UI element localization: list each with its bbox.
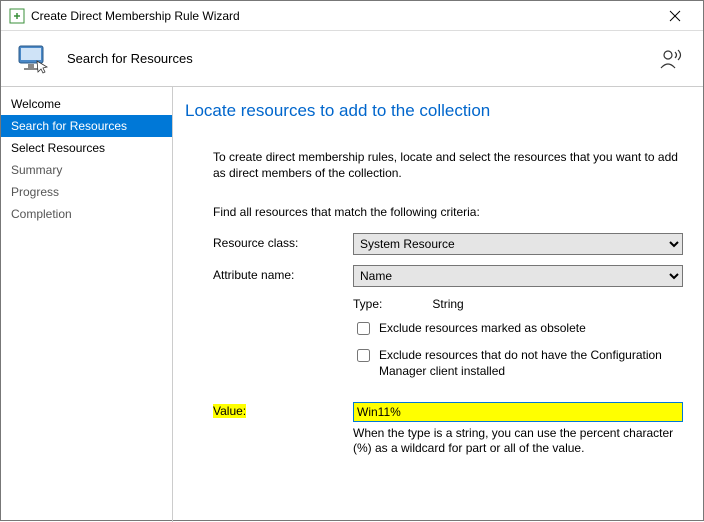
value-input[interactable] bbox=[353, 402, 683, 422]
sidebar-step-4[interactable]: Progress bbox=[1, 181, 172, 203]
value-label: Value: bbox=[213, 404, 246, 418]
exclude-obsolete-checkbox[interactable] bbox=[357, 322, 370, 335]
exclude-noclient-label[interactable]: Exclude resources that do not have the C… bbox=[379, 348, 683, 379]
wizard-steps-sidebar: WelcomeSearch for ResourcesSelect Resour… bbox=[1, 87, 173, 522]
monitor-icon bbox=[15, 41, 51, 77]
window-title: Create Direct Membership Rule Wizard bbox=[31, 9, 655, 23]
type-label: Type: bbox=[353, 297, 382, 311]
sidebar-step-1[interactable]: Search for Resources bbox=[1, 115, 172, 137]
exclude-noclient-row: Exclude resources that do not have the C… bbox=[353, 348, 683, 379]
resource-class-row: Resource class: System Resource bbox=[213, 233, 683, 255]
intro-text: To create direct membership rules, locat… bbox=[213, 149, 683, 181]
sidebar-step-5[interactable]: Completion bbox=[1, 203, 172, 225]
title-bar: Create Direct Membership Rule Wizard bbox=[1, 1, 703, 31]
close-icon bbox=[669, 10, 681, 22]
user-voice-icon[interactable] bbox=[657, 45, 685, 73]
page-title: Locate resources to add to the collectio… bbox=[185, 101, 683, 121]
close-button[interactable] bbox=[655, 1, 695, 31]
attribute-name-row: Attribute name: Name bbox=[213, 265, 683, 287]
sidebar-step-2[interactable]: Select Resources bbox=[1, 137, 172, 159]
exclude-obsolete-row: Exclude resources marked as obsolete bbox=[353, 321, 683, 338]
wizard-main-panel: Locate resources to add to the collectio… bbox=[173, 87, 703, 522]
criteria-label: Find all resources that match the follow… bbox=[213, 205, 683, 219]
wizard-header: Search for Resources bbox=[1, 31, 703, 87]
attribute-name-select[interactable]: Name bbox=[353, 265, 683, 287]
type-row: Type: String bbox=[353, 297, 683, 311]
resource-class-label: Resource class: bbox=[213, 233, 353, 250]
attribute-name-label: Attribute name: bbox=[213, 265, 353, 282]
exclude-obsolete-label[interactable]: Exclude resources marked as obsolete bbox=[379, 321, 586, 337]
exclude-noclient-checkbox[interactable] bbox=[357, 349, 370, 362]
resource-class-select[interactable]: System Resource bbox=[353, 233, 683, 255]
type-value: String bbox=[432, 297, 463, 311]
sidebar-step-0[interactable]: Welcome bbox=[1, 93, 172, 115]
header-title: Search for Resources bbox=[67, 51, 193, 66]
sidebar-step-3[interactable]: Summary bbox=[1, 159, 172, 181]
app-icon bbox=[9, 8, 25, 24]
value-hint: When the type is a string, you can use t… bbox=[353, 426, 683, 457]
value-row: Value: bbox=[213, 402, 683, 422]
